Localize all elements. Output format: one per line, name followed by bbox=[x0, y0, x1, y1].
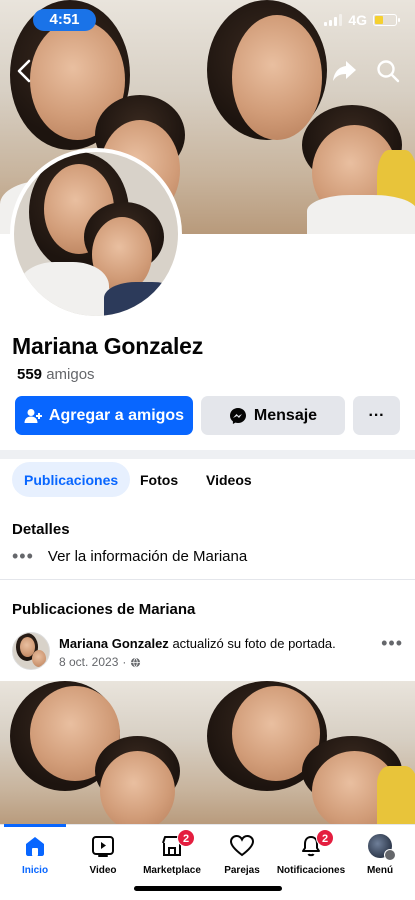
nav-label: Inicio bbox=[21, 865, 49, 876]
network-label: 4G bbox=[348, 12, 367, 28]
nav-label: Marketplace bbox=[143, 865, 201, 876]
status-indicators: 4G bbox=[324, 12, 400, 28]
more-options-button[interactable]: ··· bbox=[353, 396, 400, 435]
nav-dating[interactable]: Parejas bbox=[207, 833, 277, 876]
tab-label: Videos bbox=[206, 471, 252, 488]
friends-label: amigos bbox=[46, 366, 95, 383]
home-icon bbox=[26, 837, 44, 856]
messenger-icon bbox=[229, 407, 246, 424]
add-friend-icon bbox=[24, 408, 42, 423]
home-indicator bbox=[134, 886, 282, 891]
globe-icon bbox=[131, 657, 141, 667]
status-time: 4:51 bbox=[33, 9, 96, 31]
menu-avatar bbox=[368, 834, 396, 861]
friends-count[interactable]: 559 amigos bbox=[17, 366, 95, 383]
message-label: Mensaje bbox=[253, 406, 318, 424]
info-link[interactable]: ••• Ver la información de Mariana bbox=[12, 546, 247, 567]
chevron-left-icon bbox=[17, 59, 31, 83]
add-friend-label: Agregar a amigos bbox=[48, 406, 185, 424]
post-header: Mariana Gonzalez actualizó su foto de po… bbox=[59, 636, 336, 651]
post-date[interactable]: 8 oct. 2023 bbox=[59, 655, 118, 669]
search-icon bbox=[377, 60, 400, 83]
details-divider bbox=[0, 579, 415, 580]
profile-avatar[interactable] bbox=[10, 148, 182, 320]
profile-name: Mariana Gonzalez bbox=[12, 333, 204, 359]
post-author-avatar[interactable] bbox=[12, 632, 50, 670]
details-heading: Detalles bbox=[12, 521, 70, 538]
battery-icon bbox=[373, 14, 400, 26]
post-photo[interactable] bbox=[0, 681, 415, 826]
back-button[interactable] bbox=[8, 55, 40, 87]
share-arrow-icon bbox=[333, 61, 356, 81]
marketplace-badge: 2 bbox=[177, 829, 195, 847]
post-author[interactable]: Mariana Gonzalez bbox=[59, 636, 169, 651]
active-tab-indicator bbox=[4, 824, 66, 827]
nav-label: Notificaciones bbox=[276, 865, 346, 876]
video-icon bbox=[92, 836, 114, 857]
tab-publicaciones[interactable]: Publicaciones bbox=[12, 462, 131, 497]
post-options-button[interactable]: ••• bbox=[381, 633, 403, 654]
heart-icon bbox=[229, 834, 255, 857]
nav-marketplace[interactable]: 2 Marketplace bbox=[137, 829, 207, 876]
post-meta-separator: · bbox=[122, 655, 127, 669]
message-button[interactable]: Mensaje bbox=[201, 396, 345, 435]
info-link-label: Ver la información de Mariana bbox=[47, 548, 248, 565]
tab-label: Publicaciones bbox=[24, 471, 119, 488]
tab-fotos[interactable]: Fotos bbox=[128, 462, 190, 497]
nav-video[interactable]: Video bbox=[68, 833, 138, 876]
share-button[interactable] bbox=[329, 55, 361, 87]
friends-number: 559 bbox=[17, 366, 43, 383]
more-options-label: ··· bbox=[368, 406, 385, 424]
section-divider bbox=[0, 450, 415, 459]
nav-menu[interactable]: Menú bbox=[345, 833, 415, 876]
nav-home[interactable]: Inicio bbox=[0, 833, 70, 876]
nav-label: Parejas bbox=[224, 865, 260, 876]
tab-videos[interactable]: Videos bbox=[194, 462, 264, 497]
search-button[interactable] bbox=[372, 55, 404, 87]
more-dots-icon: ••• bbox=[12, 546, 34, 566]
post-meta: 8 oct. 2023 · bbox=[59, 655, 141, 669]
nav-notifications[interactable]: 2 Notificaciones bbox=[276, 829, 346, 876]
posts-heading: Publicaciones de Mariana bbox=[12, 601, 196, 618]
nav-label: Video bbox=[89, 865, 117, 876]
signal-icon bbox=[324, 14, 343, 26]
cover-photo-right bbox=[207, 0, 415, 234]
nav-label: Menú bbox=[366, 865, 394, 876]
post-action: actualizó su foto de portada. bbox=[172, 636, 336, 651]
notifications-badge: 2 bbox=[316, 829, 334, 847]
tab-label: Fotos bbox=[140, 471, 179, 488]
add-friend-button[interactable]: Agregar a amigos bbox=[15, 396, 193, 435]
